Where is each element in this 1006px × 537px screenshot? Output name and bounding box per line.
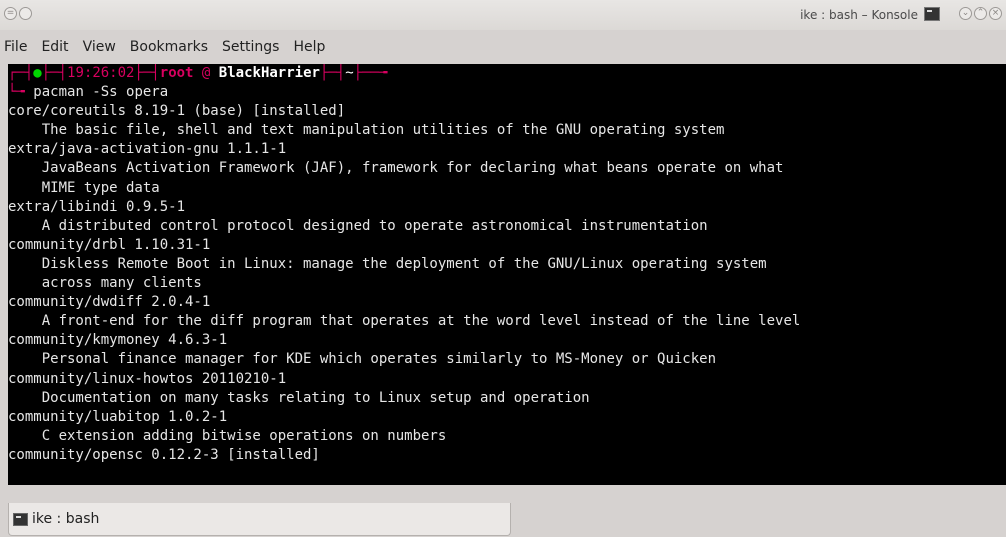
output-line: Personal finance manager for KDE which o…: [8, 351, 717, 368]
tab-label: ike : bash: [32, 511, 100, 527]
output-line: A front-end for the diff program that op…: [8, 313, 801, 330]
terminal-icon: [13, 512, 28, 526]
output-line: Documentation on many tasks relating to …: [8, 389, 590, 406]
menu-bookmarks[interactable]: Bookmarks: [123, 39, 215, 55]
terminal-output[interactable]: ┌─┤●├─┤19:26:02├─┤root @ BlackHarrier├─┤…: [8, 64, 1006, 485]
close-icon[interactable]: ×: [989, 7, 1002, 20]
menu-edit[interactable]: Edit: [34, 39, 75, 55]
output-line: Diskless Remote Boot in Linux: manage th…: [8, 255, 767, 272]
pin-icon[interactable]: [19, 7, 32, 20]
menu-settings[interactable]: Settings: [215, 39, 286, 55]
output-line: extra/java-activation-gnu 1.1.1-1: [8, 141, 287, 158]
minimize-icon[interactable]: ⌄: [959, 7, 972, 20]
output-line: The basic file, shell and text manipulat…: [8, 122, 725, 139]
menu-view[interactable]: View: [76, 39, 123, 55]
prompt-user: root: [159, 65, 194, 81]
command-text: pacman -Ss opera: [33, 84, 169, 101]
output-line: community/linux-howtos 20110210-1: [8, 370, 287, 387]
output-line: core/coreutils 8.19-1 (base) [installed]: [8, 103, 346, 120]
output-line: A distributed control protocol designed …: [8, 217, 708, 234]
window-menu-icon[interactable]: =: [4, 7, 17, 20]
tab-ike-bash[interactable]: ike : bash: [8, 503, 511, 536]
konsole-app-icon: [924, 7, 940, 21]
menu-help[interactable]: Help: [286, 39, 332, 55]
title-right-buttons: ⌄ ⌃ ×: [959, 7, 1002, 20]
tab-bar: ike : bash: [0, 485, 1006, 537]
output-line: extra/libindi 0.9.5-1: [8, 198, 186, 215]
title-left-buttons: =: [4, 7, 32, 20]
output-line: JavaBeans Activation Framework (JAF), fr…: [8, 160, 784, 177]
command-line: └╼ pacman -Ss opera: [8, 84, 169, 101]
output-line: community/kmymoney 4.6.3-1: [8, 332, 228, 349]
prompt-dir: ~: [345, 65, 354, 81]
output-line: C extension adding bitwise operations on…: [8, 427, 447, 444]
output-line: MIME type data: [8, 179, 160, 196]
prompt-line: ┌─┤●├─┤19:26:02├─┤root @ BlackHarrier├─┤…: [8, 65, 388, 81]
output-line: community/dwdiff 2.0.4-1: [8, 294, 211, 311]
output-line: across many clients: [8, 275, 202, 292]
output-line: community/drbl 1.10.31-1: [8, 236, 211, 253]
menu-file[interactable]: File: [0, 39, 34, 55]
menu-bar: File Edit View Bookmarks Settings Help: [0, 30, 1006, 64]
prompt-host: BlackHarrier: [218, 65, 320, 81]
output-line: community/luabitop 1.0.2-1: [8, 408, 228, 425]
window-title: ike : bash – Konsole: [800, 8, 918, 22]
title-bar: = ike : bash – Konsole ⌄ ⌃ ×: [0, 0, 1006, 30]
prompt-time: 19:26:02: [67, 65, 135, 81]
output-line: community/opensc 0.12.2-3 [installed]: [8, 446, 320, 463]
maximize-icon[interactable]: ⌃: [974, 7, 987, 20]
